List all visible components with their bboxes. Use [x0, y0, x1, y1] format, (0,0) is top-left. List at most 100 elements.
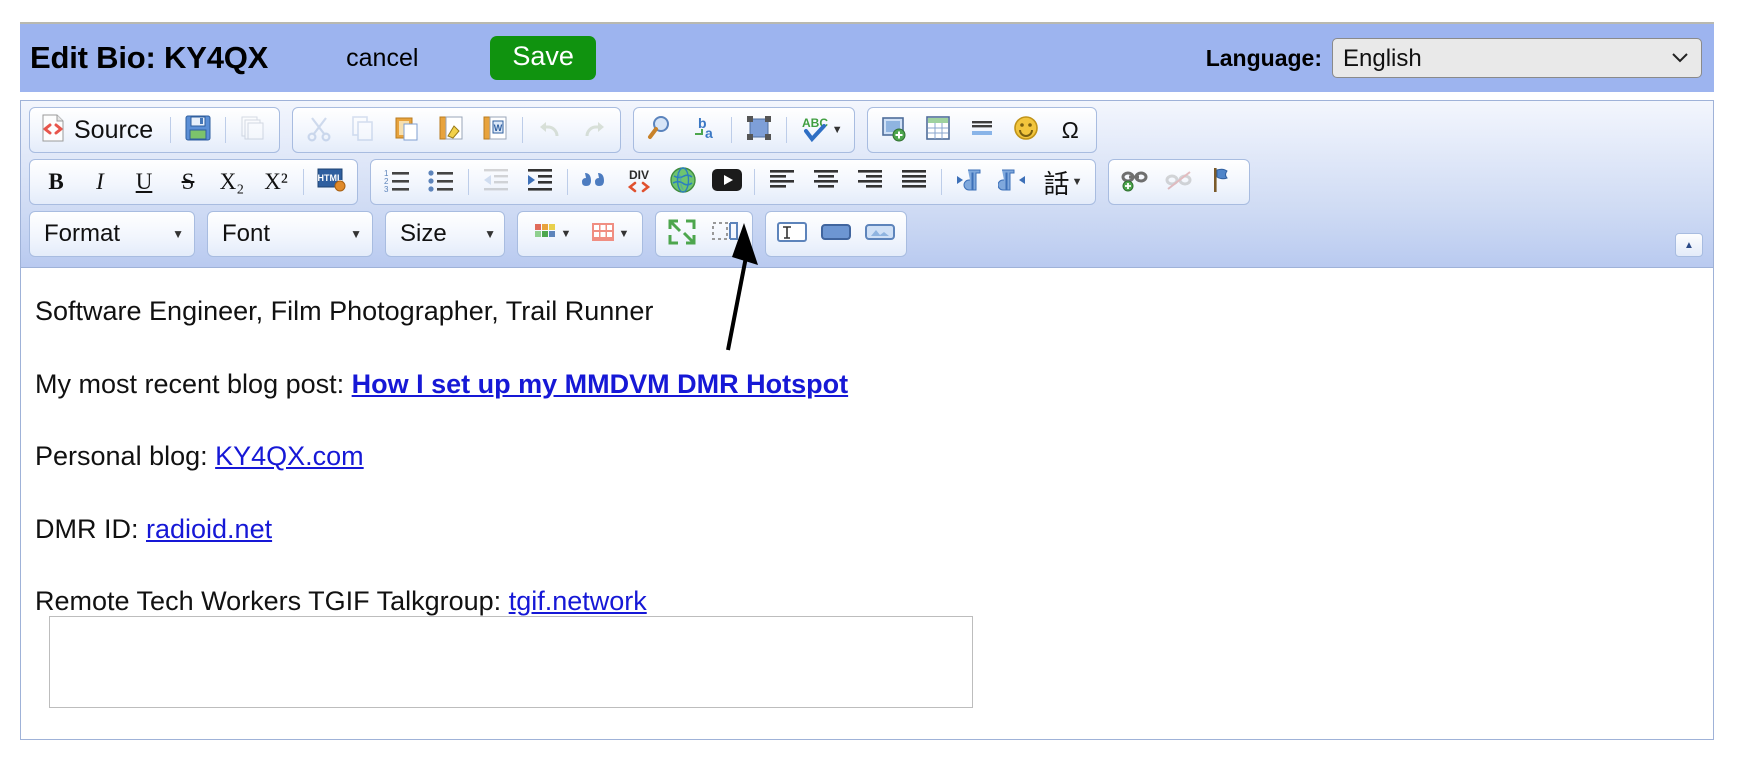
tgif-network-link[interactable]: tgif.network [509, 586, 647, 616]
insert-youtube-button[interactable] [705, 162, 749, 202]
bulleted-list-icon [427, 167, 455, 198]
divider [303, 169, 304, 195]
omega-icon: Ω [1061, 116, 1079, 143]
numbered-list-button[interactable]: 1 2 3 [375, 162, 419, 202]
indent-button[interactable] [518, 162, 562, 202]
table-button[interactable] [916, 110, 960, 150]
table-icon [924, 114, 952, 147]
divider [225, 117, 227, 143]
background-color-button[interactable]: ▼ [580, 214, 638, 254]
divider [567, 169, 568, 195]
text-color-button[interactable]: ▼ [522, 214, 580, 254]
language-select[interactable]: English [1332, 38, 1702, 78]
page-header: Edit Bio: KY4QX cancel Save Language: En… [20, 22, 1714, 92]
redo-button[interactable] [572, 110, 616, 150]
image-button-field-button[interactable] [858, 214, 902, 254]
toolbar-row-1: Source W b a ABC ▼ Ω [29, 107, 1705, 153]
direction-rtl-icon [997, 167, 1028, 198]
image-button-icon [864, 221, 896, 248]
editor-content-area[interactable]: Software Engineer, Film Photographer, Tr… [21, 268, 1713, 708]
bulleted-list-button[interactable] [419, 162, 463, 202]
strikethrough-button[interactable]: S [166, 162, 210, 202]
save-button[interactable]: Save [490, 36, 596, 80]
align-right-button[interactable] [848, 162, 892, 202]
save-icon-button[interactable] [176, 110, 220, 150]
personal-blog-link[interactable]: KY4QX.com [215, 441, 364, 471]
align-justify-icon [900, 168, 928, 197]
format-select[interactable]: Format ▼ [29, 211, 195, 257]
smiley-icon [1012, 114, 1040, 147]
paste-icon [393, 114, 421, 147]
divider [522, 117, 524, 143]
chevron-down-icon: ▼ [350, 227, 362, 241]
source-button[interactable]: Source [34, 110, 165, 150]
unlink-icon [1164, 167, 1194, 198]
find-button[interactable] [638, 110, 682, 150]
toolbar-group-basic-styles: B I U S X₂ X² HTML [29, 159, 358, 205]
undo-button[interactable] [528, 110, 572, 150]
show-blocks-icon [711, 219, 741, 250]
create-div-button[interactable]: DIV [617, 162, 661, 202]
dmr-id-link[interactable]: radioid.net [146, 514, 272, 544]
text-direction-ltr-button[interactable] [947, 162, 991, 202]
cancel-link[interactable]: cancel [346, 44, 418, 73]
text-direction-rtl-button[interactable] [991, 162, 1035, 202]
paste-button[interactable] [385, 110, 429, 150]
show-blocks-button[interactable] [704, 214, 748, 254]
link-button[interactable] [1113, 162, 1157, 202]
bio-paragraph: Personal blog: KY4QX.com [35, 439, 1713, 474]
align-left-icon [768, 168, 796, 197]
ckeditor-frame: Source W b a ABC ▼ Ω B I U S X₂ X² HTML … [20, 100, 1714, 740]
new-page-button[interactable] [231, 110, 275, 150]
collapse-toolbar-button[interactable]: ▲ [1675, 233, 1703, 257]
paste-as-text-button[interactable] [429, 110, 473, 150]
italic-icon: I [96, 169, 104, 194]
blockquote-icon [581, 167, 609, 198]
size-select[interactable]: Size ▼ [385, 211, 505, 257]
remove-format-button[interactable]: HTML [309, 162, 353, 202]
font-select[interactable]: Font ▼ [207, 211, 373, 257]
button-field-button[interactable] [814, 214, 858, 254]
select-all-button[interactable] [737, 110, 781, 150]
smiley-button[interactable] [1004, 110, 1048, 150]
special-char-button[interactable]: Ω [1048, 110, 1092, 150]
blog-post-link[interactable]: How I set up my MMDVM DMR Hotspot [352, 369, 848, 399]
superscript-button[interactable]: X² [254, 162, 298, 202]
align-left-button[interactable] [760, 162, 804, 202]
html-badge-icon: HTML [316, 167, 346, 198]
button-field-icon [820, 221, 852, 248]
editor-toolbar: Source W b a ABC ▼ Ω B I U S X₂ X² HTML … [21, 101, 1713, 268]
cut-button[interactable] [297, 110, 341, 150]
text-color-icon [531, 219, 559, 250]
unlink-button[interactable] [1157, 162, 1201, 202]
paragraph-text: Software Engineer, Film Photographer, Tr… [35, 296, 654, 326]
paragraph-text: My most recent blog post: [35, 368, 352, 399]
source-icon [40, 114, 66, 147]
insert-iframe-button[interactable] [661, 162, 705, 202]
bold-button[interactable]: B [34, 162, 78, 202]
svg-text:DIV: DIV [629, 168, 649, 182]
underline-button[interactable]: U [122, 162, 166, 202]
language-button[interactable]: 話 ▼ [1035, 162, 1091, 202]
divider [941, 169, 942, 195]
align-justify-button[interactable] [892, 162, 936, 202]
maximize-button[interactable] [660, 214, 704, 254]
maximize-icon [667, 218, 697, 251]
toolbar-group-colors: ▼ ▼ [517, 211, 643, 257]
toolbar-group-editing: b a ABC ▼ [633, 107, 856, 153]
blockquote-button[interactable] [573, 162, 617, 202]
anchor-button[interactable] [1201, 162, 1245, 202]
replace-button[interactable]: b a [682, 110, 726, 150]
textfield-button[interactable] [770, 214, 814, 254]
align-center-button[interactable] [804, 162, 848, 202]
subscript-button[interactable]: X₂ [210, 162, 254, 202]
image-button[interactable] [872, 110, 916, 150]
italic-button[interactable]: I [78, 162, 122, 202]
copy-button[interactable] [341, 110, 385, 150]
outdent-button[interactable] [474, 162, 518, 202]
horizontal-rule-button[interactable] [960, 110, 1004, 150]
redo-icon [580, 114, 608, 147]
scissors-icon [305, 114, 333, 147]
paste-from-word-button[interactable]: W [473, 110, 517, 150]
spellcheck-button[interactable]: ABC ▼ [792, 110, 850, 150]
